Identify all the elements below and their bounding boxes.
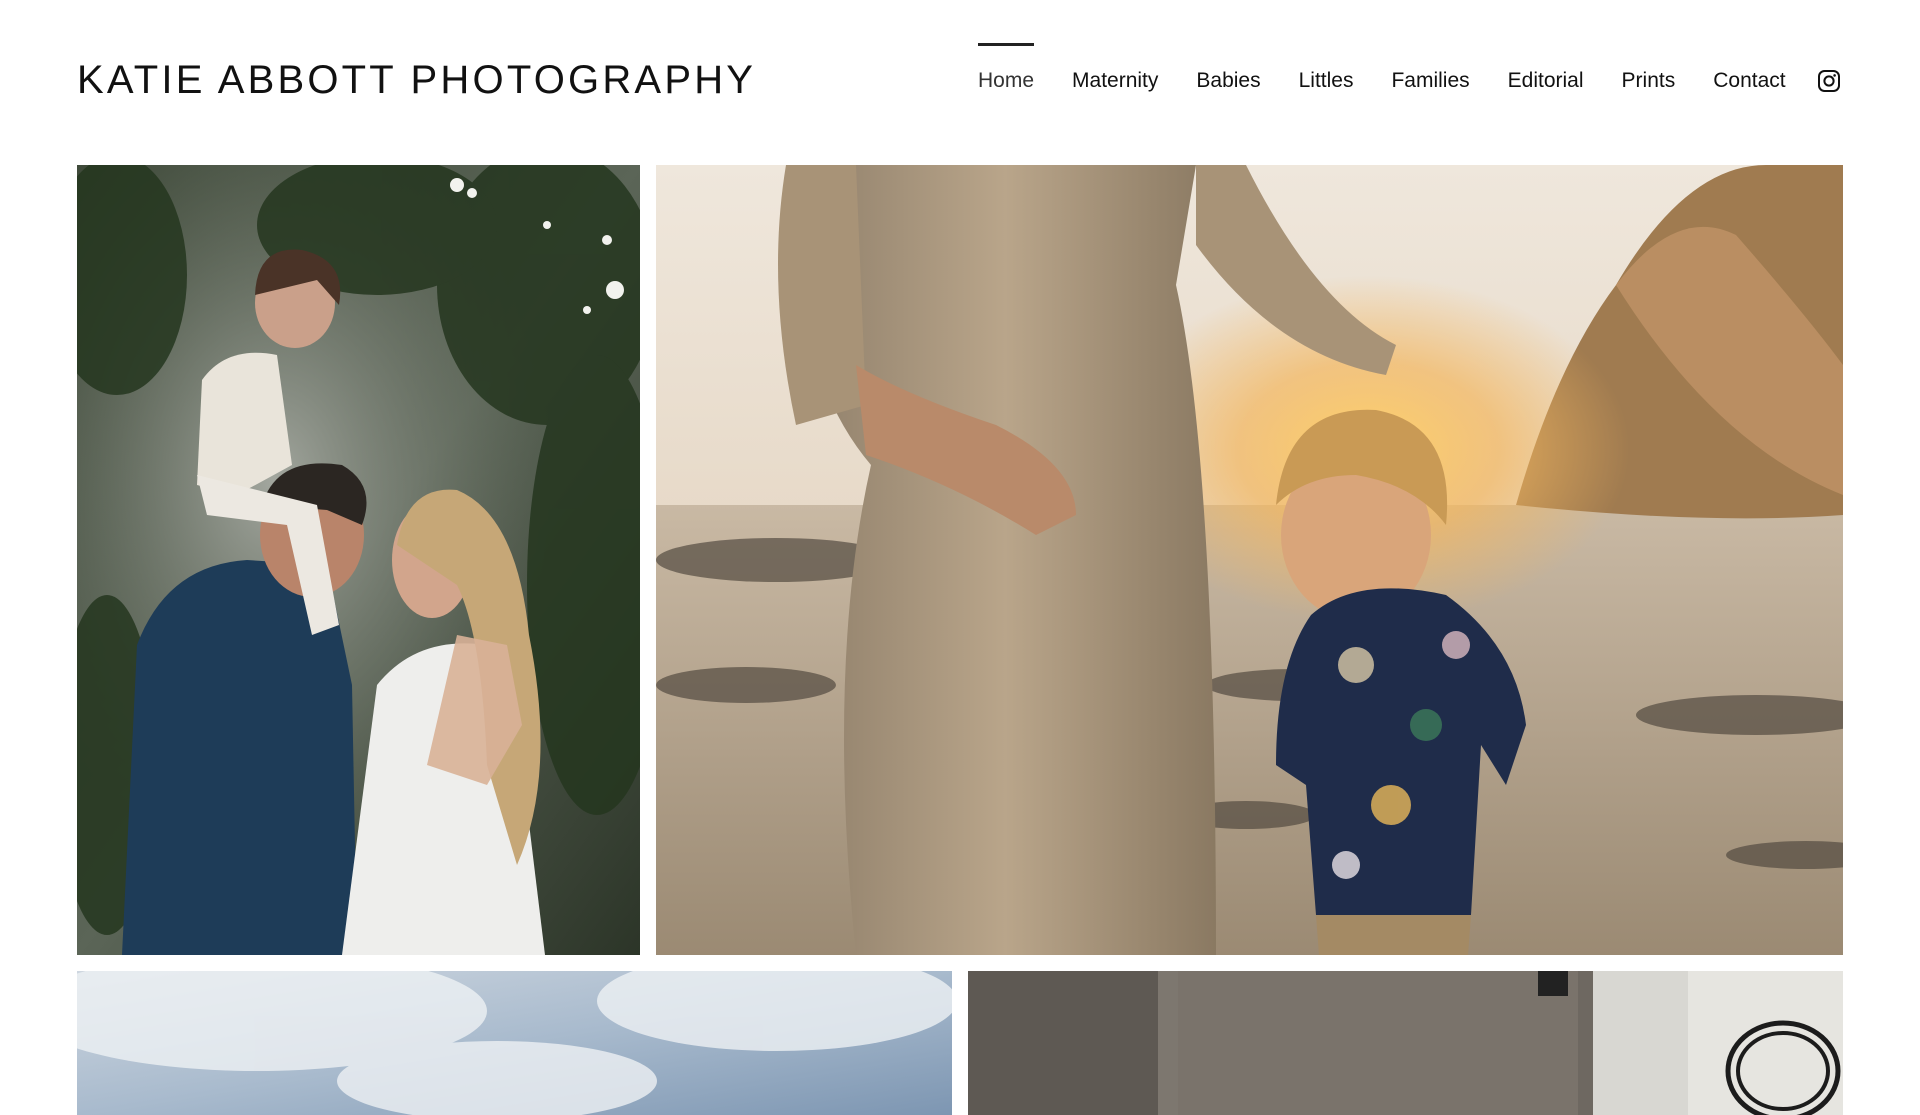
- nav-item-babies[interactable]: Babies: [1196, 69, 1260, 93]
- nav-item-editorial[interactable]: Editorial: [1508, 69, 1584, 93]
- site-logo[interactable]: KATIE ABBOTT PHOTOGRAPHY: [77, 58, 756, 103]
- nav-item-home[interactable]: Home: [978, 43, 1035, 93]
- nav-item-prints[interactable]: Prints: [1622, 69, 1676, 93]
- family-portrait-photo[interactable]: [77, 165, 640, 955]
- sky-photo[interactable]: [77, 971, 952, 1115]
- maternity-beach-photo[interactable]: [656, 165, 1843, 955]
- site-header: KATIE ABBOTT PHOTOGRAPHY Home Maternity …: [0, 0, 1920, 165]
- interior-photo[interactable]: [968, 971, 1843, 1115]
- nav-item-contact[interactable]: Contact: [1713, 69, 1785, 93]
- nav-item-maternity[interactable]: Maternity: [1072, 69, 1158, 93]
- nav-item-littles[interactable]: Littles: [1299, 69, 1354, 93]
- nav-item-families[interactable]: Families: [1391, 69, 1469, 93]
- main-nav: Home Maternity Babies Littles Families E…: [978, 43, 1786, 106]
- instagram-icon[interactable]: [1817, 69, 1841, 93]
